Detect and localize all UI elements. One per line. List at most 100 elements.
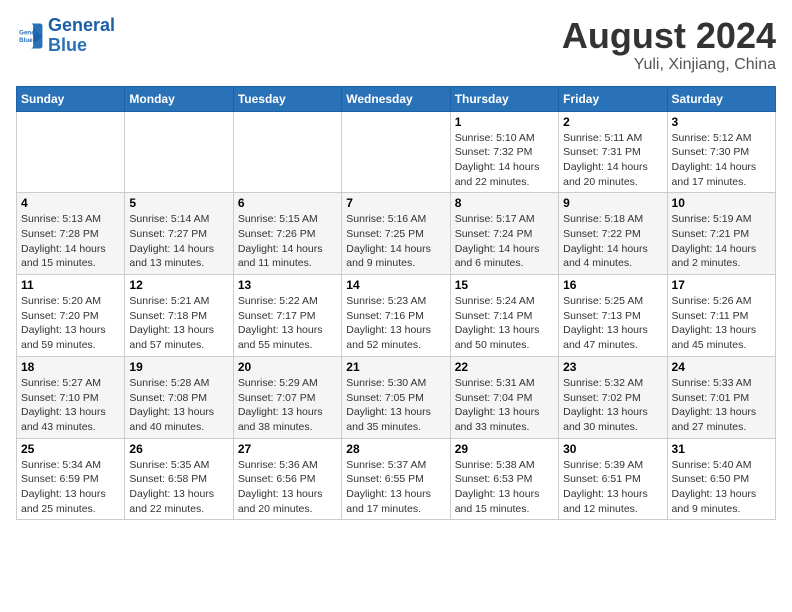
calendar-day-cell: 14Sunrise: 5:23 AMSunset: 7:16 PMDayligh… [342, 275, 450, 357]
day-info: Sunrise: 5:19 AMSunset: 7:21 PMDaylight:… [672, 212, 771, 271]
day-number: 12 [129, 278, 228, 292]
calendar-day-cell: 1Sunrise: 5:10 AMSunset: 7:32 PMDaylight… [450, 111, 558, 193]
day-info: Sunrise: 5:40 AMSunset: 6:50 PMDaylight:… [672, 458, 771, 517]
day-info: Sunrise: 5:28 AMSunset: 7:08 PMDaylight:… [129, 376, 228, 435]
day-number: 4 [21, 196, 120, 210]
calendar-day-cell: 12 Sunrise: 5:21 AMSunset: 7:18 PMDayligh… [125, 275, 233, 357]
logo-icon: General Blue [16, 22, 44, 50]
weekday-header-row: SundayMondayTuesdayWednesdayThursdayFrid… [17, 86, 776, 111]
day-number: 16 [563, 278, 662, 292]
day-number: 23 [563, 360, 662, 374]
day-number: 22 [455, 360, 554, 374]
calendar-day-cell: 10 Sunrise: 5:19 AMSunset: 7:21 PMDayligh… [667, 193, 775, 275]
day-info: Sunrise: 5:24 AMSunset: 7:14 PMDaylight:… [455, 294, 554, 353]
day-info: Sunrise: 5:18 AMSunset: 7:22 PMDaylight:… [563, 212, 662, 271]
day-number: 28 [346, 442, 445, 456]
calendar-day-cell: 18Sunrise: 5:27 AMSunset: 7:10 PMDayligh… [17, 356, 125, 438]
calendar-week-row: 4 Sunrise: 5:13 AMSunset: 7:28 PMDaylight… [17, 193, 776, 275]
day-info: Sunrise: 5:10 AMSunset: 7:32 PMDaylight:… [455, 131, 554, 190]
calendar-day-cell: 4 Sunrise: 5:13 AMSunset: 7:28 PMDaylight… [17, 193, 125, 275]
day-number: 10 [672, 196, 771, 210]
calendar-day-cell: 25 Sunrise: 5:34 AMSunset: 6:59 PMDayligh… [17, 438, 125, 520]
calendar-day-cell: 17Sunrise: 5:26 AMSunset: 7:11 PMDayligh… [667, 275, 775, 357]
day-number: 6 [238, 196, 337, 210]
calendar-day-cell: 24 Sunrise: 5:33 AMSunset: 7:01 PMDayligh… [667, 356, 775, 438]
weekday-header: Wednesday [342, 86, 450, 111]
day-number: 2 [563, 115, 662, 129]
calendar-day-cell: 3 Sunrise: 5:12 AMSunset: 7:30 PMDaylight… [667, 111, 775, 193]
day-number: 29 [455, 442, 554, 456]
weekday-header: Tuesday [233, 86, 341, 111]
day-info: Sunrise: 5:17 AMSunset: 7:24 PMDaylight:… [455, 212, 554, 271]
logo-general: General [48, 15, 115, 35]
calendar-day-cell [233, 111, 341, 193]
calendar-day-cell [17, 111, 125, 193]
weekday-header: Friday [559, 86, 667, 111]
calendar-day-cell: 2 Sunrise: 5:11 AMSunset: 7:31 PMDaylight… [559, 111, 667, 193]
day-info: Sunrise: 5:26 AMSunset: 7:11 PMDaylight:… [672, 294, 771, 353]
day-info: Sunrise: 5:35 AMSunset: 6:58 PMDaylight:… [129, 458, 228, 517]
day-info: Sunrise: 5:22 AMSunset: 7:17 PMDaylight:… [238, 294, 337, 353]
day-info: Sunrise: 5:14 AMSunset: 7:27 PMDaylight:… [129, 212, 228, 271]
day-info: Sunrise: 5:25 AMSunset: 7:13 PMDaylight:… [563, 294, 662, 353]
calendar-week-row: 25 Sunrise: 5:34 AMSunset: 6:59 PMDayligh… [17, 438, 776, 520]
calendar-day-cell: 27 Sunrise: 5:36 AMSunset: 6:56 PMDayligh… [233, 438, 341, 520]
calendar-week-row: 1Sunrise: 5:10 AMSunset: 7:32 PMDaylight… [17, 111, 776, 193]
day-number: 31 [672, 442, 771, 456]
day-info: Sunrise: 5:30 AMSunset: 7:05 PMDaylight:… [346, 376, 445, 435]
calendar-day-cell: 29 Sunrise: 5:38 AMSunset: 6:53 PMDayligh… [450, 438, 558, 520]
calendar-day-cell: 22 Sunrise: 5:31 AMSunset: 7:04 PMDayligh… [450, 356, 558, 438]
logo: General Blue General Blue [16, 16, 115, 56]
calendar-day-cell: 7 Sunrise: 5:16 AMSunset: 7:25 PMDaylight… [342, 193, 450, 275]
calendar-day-cell: 8 Sunrise: 5:17 AMSunset: 7:24 PMDaylight… [450, 193, 558, 275]
day-number: 20 [238, 360, 337, 374]
day-number: 19 [129, 360, 228, 374]
day-number: 27 [238, 442, 337, 456]
calendar-day-cell: 31 Sunrise: 5:40 AMSunset: 6:50 PMDayligh… [667, 438, 775, 520]
day-number: 3 [672, 115, 771, 129]
calendar-day-cell: 11Sunrise: 5:20 AMSunset: 7:20 PMDayligh… [17, 275, 125, 357]
weekday-header: Monday [125, 86, 233, 111]
title-block: August 2024 Yuli, Xinjiang, China [562, 16, 776, 74]
day-info: Sunrise: 5:38 AMSunset: 6:53 PMDaylight:… [455, 458, 554, 517]
day-info: Sunrise: 5:13 AMSunset: 7:28 PMDaylight:… [21, 212, 120, 271]
calendar-day-cell: 21Sunrise: 5:30 AMSunset: 7:05 PMDayligh… [342, 356, 450, 438]
day-number: 8 [455, 196, 554, 210]
day-info: Sunrise: 5:36 AMSunset: 6:56 PMDaylight:… [238, 458, 337, 517]
day-info: Sunrise: 5:21 AMSunset: 7:18 PMDaylight:… [129, 294, 228, 353]
day-number: 26 [129, 442, 228, 456]
calendar-day-cell: 16 Sunrise: 5:25 AMSunset: 7:13 PMDayligh… [559, 275, 667, 357]
calendar-day-cell: 19 Sunrise: 5:28 AMSunset: 7:08 PMDayligh… [125, 356, 233, 438]
day-number: 13 [238, 278, 337, 292]
calendar-day-cell: 28 Sunrise: 5:37 AMSunset: 6:55 PMDayligh… [342, 438, 450, 520]
day-info: Sunrise: 5:37 AMSunset: 6:55 PMDaylight:… [346, 458, 445, 517]
svg-text:General: General [19, 29, 42, 36]
calendar-day-cell [125, 111, 233, 193]
day-info: Sunrise: 5:29 AMSunset: 7:07 PMDaylight:… [238, 376, 337, 435]
calendar-table: SundayMondayTuesdayWednesdayThursdayFrid… [16, 86, 776, 521]
weekday-header: Saturday [667, 86, 775, 111]
weekday-header: Sunday [17, 86, 125, 111]
day-info: Sunrise: 5:11 AMSunset: 7:31 PMDaylight:… [563, 131, 662, 190]
day-number: 24 [672, 360, 771, 374]
day-info: Sunrise: 5:16 AMSunset: 7:25 PMDaylight:… [346, 212, 445, 271]
day-info: Sunrise: 5:39 AMSunset: 6:51 PMDaylight:… [563, 458, 662, 517]
page-header: General Blue General Blue August 2024 Yu… [16, 16, 776, 74]
location-subtitle: Yuli, Xinjiang, China [562, 56, 776, 74]
day-number: 9 [563, 196, 662, 210]
calendar-week-row: 18Sunrise: 5:27 AMSunset: 7:10 PMDayligh… [17, 356, 776, 438]
day-number: 11 [21, 278, 120, 292]
day-info: Sunrise: 5:12 AMSunset: 7:30 PMDaylight:… [672, 131, 771, 190]
calendar-week-row: 11Sunrise: 5:20 AMSunset: 7:20 PMDayligh… [17, 275, 776, 357]
day-info: Sunrise: 5:31 AMSunset: 7:04 PMDaylight:… [455, 376, 554, 435]
day-number: 5 [129, 196, 228, 210]
day-info: Sunrise: 5:33 AMSunset: 7:01 PMDaylight:… [672, 376, 771, 435]
day-number: 7 [346, 196, 445, 210]
day-info: Sunrise: 5:15 AMSunset: 7:26 PMDaylight:… [238, 212, 337, 271]
day-info: Sunrise: 5:34 AMSunset: 6:59 PMDaylight:… [21, 458, 120, 517]
weekday-header: Thursday [450, 86, 558, 111]
calendar-day-cell: 30Sunrise: 5:39 AMSunset: 6:51 PMDayligh… [559, 438, 667, 520]
day-number: 25 [21, 442, 120, 456]
calendar-day-cell: 15Sunrise: 5:24 AMSunset: 7:14 PMDayligh… [450, 275, 558, 357]
calendar-day-cell: 5 Sunrise: 5:14 AMSunset: 7:27 PMDaylight… [125, 193, 233, 275]
